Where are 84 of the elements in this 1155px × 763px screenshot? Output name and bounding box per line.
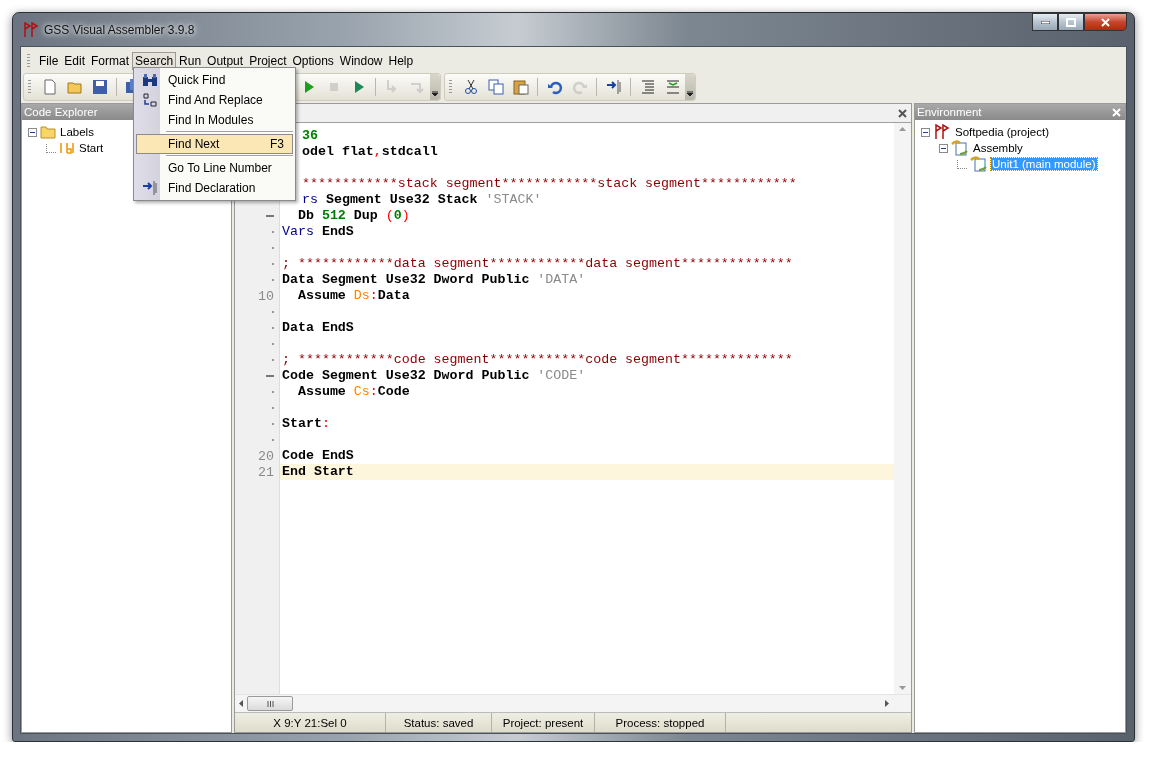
scissors-icon xyxy=(462,78,479,95)
window-title: GSS Visual Assembler 3.9.8 xyxy=(44,22,195,37)
scroll-down-icon[interactable] xyxy=(899,686,906,690)
status-text: Project: present xyxy=(492,713,595,732)
menu-item[interactable]: Edit xyxy=(61,52,89,70)
scroll-right-icon[interactable] xyxy=(885,700,889,707)
maximize-button[interactable] xyxy=(1058,13,1084,31)
code-line: ; ************data segment************data segment************** xyxy=(282,256,793,271)
horizontal-scrollbar[interactable] xyxy=(235,694,911,712)
menu-item[interactable]: Find Next F3 xyxy=(136,134,293,154)
menu-item[interactable]: Output xyxy=(204,52,247,70)
line-number: 20 xyxy=(258,448,274,464)
menu-item[interactable]: Project xyxy=(246,52,290,70)
fold-marker-icon[interactable] xyxy=(266,375,274,377)
module-icon xyxy=(970,156,988,172)
flags-icon xyxy=(22,21,40,38)
collapse-icon[interactable] xyxy=(939,143,948,153)
clipboard-icon xyxy=(512,78,529,95)
tree-item[interactable]: Start xyxy=(78,142,105,154)
new-file-icon xyxy=(41,78,58,95)
code-line: End Start xyxy=(282,464,354,479)
code-line: Assume Ds:Data xyxy=(296,288,410,303)
status-text: Status: saved xyxy=(386,713,492,732)
folder-icon xyxy=(40,125,56,139)
collapse-icon[interactable] xyxy=(921,127,930,137)
copy-icon xyxy=(487,78,504,95)
status-text: X 9:Y 21:Sel 0 xyxy=(235,713,386,732)
line-number: 21 xyxy=(258,464,274,480)
maximize-icon xyxy=(1066,17,1076,27)
panel-title: Code Explorer xyxy=(24,106,98,118)
menu-item[interactable]: Go To Line Number xyxy=(136,158,293,178)
tree-item[interactable]: Labels xyxy=(59,126,95,138)
module-icon xyxy=(951,140,969,156)
code-line: Start: xyxy=(282,416,330,431)
code-line: Data Segment Use32 Dword Public 'DATA' xyxy=(282,272,586,287)
code-line: odel flat,stdcall xyxy=(302,144,438,159)
code-line: Data EndS xyxy=(282,320,354,335)
minimize-icon xyxy=(1040,20,1050,24)
tree-item[interactable]: Softpedia (project) xyxy=(954,126,1050,138)
menu-item[interactable]: Find Declaration xyxy=(136,178,293,198)
code-line: rs Segment Use32 Stack 'STACK' xyxy=(302,192,542,207)
lines-icon xyxy=(639,78,656,95)
grip-icon xyxy=(266,700,274,707)
close-button[interactable] xyxy=(1084,13,1127,31)
menu-item[interactable]: Help xyxy=(385,52,417,70)
code-line: Vars EndS xyxy=(282,224,354,239)
panel-title: Environment xyxy=(917,106,982,118)
menu-item[interactable]: Window xyxy=(336,52,386,70)
arrow-to-lines-icon xyxy=(605,78,622,95)
menu-item[interactable]: Quick Find xyxy=(136,70,293,90)
replace-icon xyxy=(142,92,158,108)
tree-item[interactable]: Assembly xyxy=(972,142,1024,154)
menu-item[interactable]: Options xyxy=(289,52,337,70)
menu-item[interactable]: Run xyxy=(176,52,205,70)
scroll-up-icon[interactable] xyxy=(899,127,906,131)
arrow-to-lines-icon xyxy=(142,180,158,196)
code-line: Code EndS xyxy=(282,448,354,463)
status-text: Process: stopped xyxy=(595,713,726,732)
scroll-left-icon[interactable] xyxy=(239,700,243,707)
menu-item[interactable]: Find In Modules xyxy=(136,110,293,130)
close-icon[interactable] xyxy=(898,108,907,118)
code-line: Assume Cs:Code xyxy=(296,384,410,399)
toolbar-options-button[interactable] xyxy=(430,73,440,100)
chevron-down-icon xyxy=(687,90,693,97)
fold-marker-icon[interactable] xyxy=(266,215,274,217)
scrollbar-thumb[interactable] xyxy=(247,696,293,711)
lines-arrow-icon xyxy=(664,78,681,95)
code-line: Code Segment Use32 Dword Public 'CODE' xyxy=(282,368,586,383)
vertical-scrollbar[interactable] xyxy=(894,123,911,694)
menu-item[interactable]: Find And Replace xyxy=(136,90,293,110)
code-line: ; ************code segment************code segment************** xyxy=(282,352,793,367)
code-line: ************stack segment************stack segment************ xyxy=(302,176,797,191)
collapse-icon[interactable] xyxy=(28,127,37,137)
flags-icon xyxy=(933,124,951,140)
minimize-button[interactable] xyxy=(1032,13,1058,31)
label-icon xyxy=(59,142,75,154)
code-line: 36 xyxy=(302,128,318,143)
line-number: 10 xyxy=(258,288,274,304)
menu-item[interactable]: Format xyxy=(88,52,133,70)
menu-item[interactable]: File xyxy=(36,52,62,70)
binoculars-icon xyxy=(142,73,158,87)
code-line: Db 512 Dup (0) xyxy=(296,208,410,223)
toolbar-options-button[interactable] xyxy=(685,73,695,100)
chevron-down-icon xyxy=(432,90,438,97)
